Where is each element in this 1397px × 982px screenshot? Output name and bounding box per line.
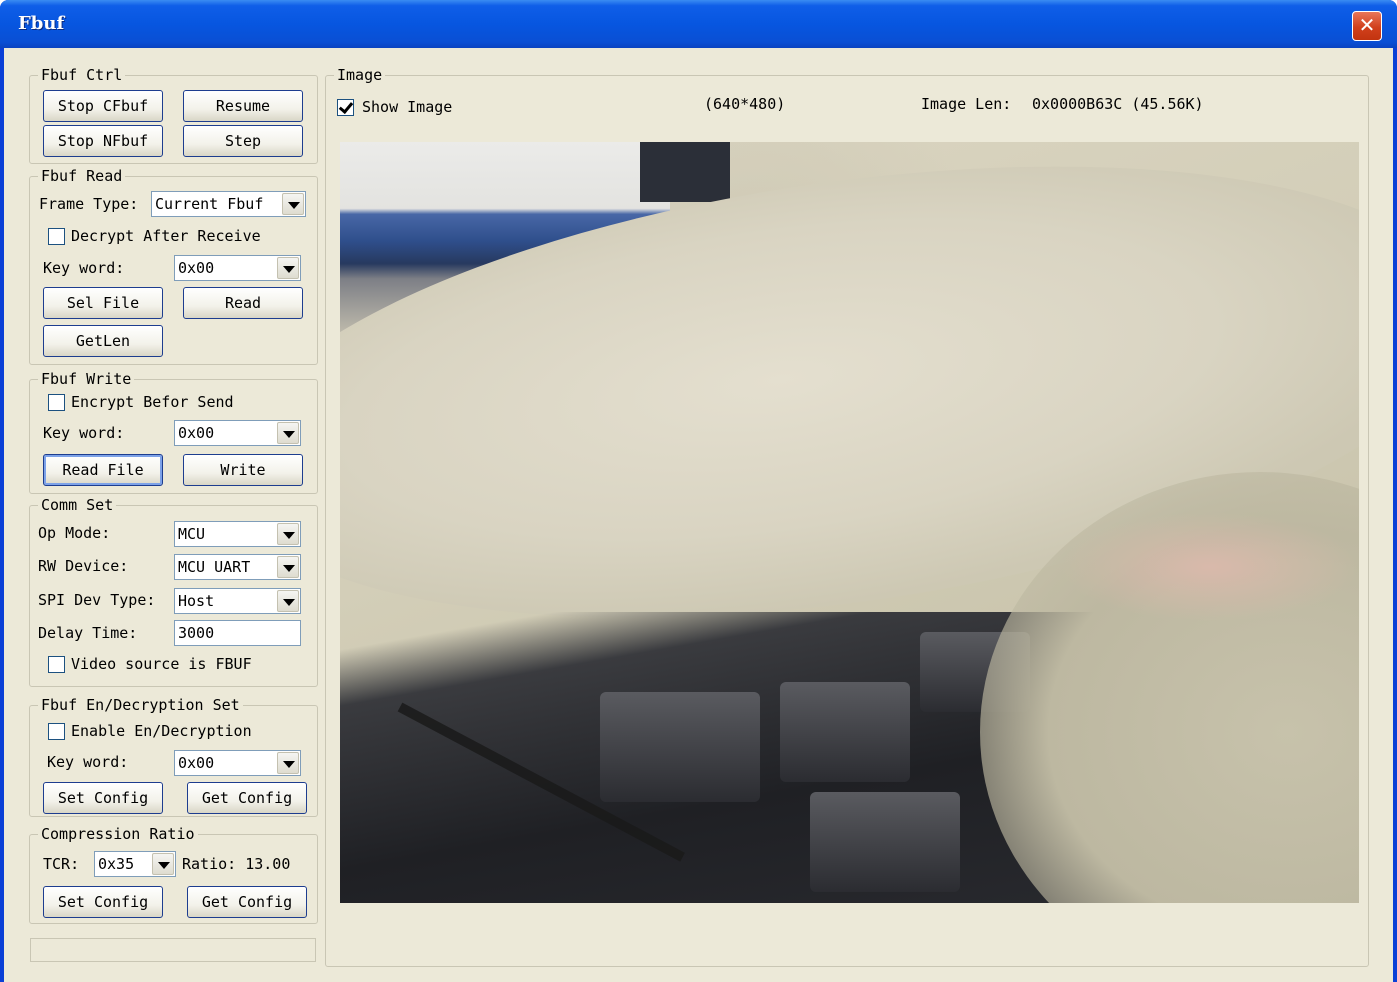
stop-nfbuf-button[interactable]: Stop NFbuf xyxy=(43,125,163,157)
image-group-title: Image xyxy=(334,65,386,85)
delay-time-label: Delay Time: xyxy=(38,624,138,642)
write-button[interactable]: Write xyxy=(183,454,303,486)
video-source-fbuf-label: Video source is FBUF xyxy=(71,655,252,673)
chevron-down-icon[interactable] xyxy=(277,556,299,578)
video-source-fbuf-checkbox[interactable] xyxy=(48,656,65,673)
op-mode-value: MCU xyxy=(178,525,206,543)
image-len-value: 0x0000B63C (45.56K) xyxy=(1032,95,1204,113)
write-key-word-label: Key word: xyxy=(43,424,125,442)
stop-cfbuf-button[interactable]: Stop CFbuf xyxy=(43,90,163,122)
write-key-word-select[interactable]: 0x00 xyxy=(174,420,301,446)
camera-image xyxy=(340,142,1359,903)
compression-set-config-button[interactable]: Set Config xyxy=(43,886,163,918)
image-len-label: Image Len: xyxy=(921,95,1012,113)
compression-get-config-button[interactable]: Get Config xyxy=(187,886,307,918)
spi-dev-type-select[interactable]: Host xyxy=(174,588,301,614)
frame-type-value: Current Fbuf xyxy=(155,195,264,213)
image-key xyxy=(810,792,960,892)
resume-button[interactable]: Resume xyxy=(183,90,303,122)
chevron-down-icon[interactable] xyxy=(282,193,304,215)
enable-encryption-label: Enable En/Decryption xyxy=(71,722,252,740)
title-bar[interactable]: Fbuf ✕ xyxy=(0,0,1397,48)
delay-time-value: 3000 xyxy=(178,624,215,642)
chevron-down-icon[interactable] xyxy=(277,523,299,545)
chevron-down-icon[interactable] xyxy=(152,853,174,875)
compression-ratio-title: Compression Ratio xyxy=(38,824,198,844)
image-resolution: (640*480) xyxy=(704,95,786,113)
progress-bar xyxy=(30,938,316,962)
show-image-label: Show Image xyxy=(362,98,453,116)
encryption-key-word-label: Key word: xyxy=(47,753,129,771)
encryption-get-config-button[interactable]: Get Config xyxy=(187,782,307,814)
rw-device-select[interactable]: MCU UART xyxy=(174,554,301,580)
read-key-word-select[interactable]: 0x00 xyxy=(174,255,301,281)
fbuf-read-title: Fbuf Read xyxy=(38,166,126,186)
encryption-key-word-select[interactable]: 0x00 xyxy=(174,750,301,776)
chevron-down-icon[interactable] xyxy=(277,752,299,774)
op-mode-label: Op Mode: xyxy=(38,524,111,542)
close-icon: ✕ xyxy=(1358,13,1376,37)
encrypt-before-send-checkbox[interactable] xyxy=(48,394,65,411)
chevron-down-icon[interactable] xyxy=(277,590,299,612)
image-fingernail xyxy=(1060,512,1359,622)
decrypt-after-receive-checkbox[interactable] xyxy=(48,228,65,245)
encryption-set-title: Fbuf En/Decryption Set xyxy=(38,695,243,715)
encryption-key-word-value: 0x00 xyxy=(178,754,215,772)
frame-type-label: Frame Type: xyxy=(39,195,139,213)
read-button[interactable]: Read xyxy=(183,287,303,319)
window-title: Fbuf xyxy=(18,13,65,34)
spi-dev-type-label: SPI Dev Type: xyxy=(38,591,156,609)
tcr-select[interactable]: 0x35 xyxy=(94,851,176,877)
write-key-word-value: 0x00 xyxy=(178,424,215,442)
image-key xyxy=(780,682,910,782)
rw-device-label: RW Device: xyxy=(38,557,129,575)
getlen-button[interactable]: GetLen xyxy=(43,325,163,357)
chevron-down-icon[interactable] xyxy=(277,422,299,444)
ratio-value: Ratio: 13.00 xyxy=(182,855,291,873)
sel-file-button[interactable]: Sel File xyxy=(43,287,163,319)
decrypt-after-receive-label: Decrypt After Receive xyxy=(71,227,261,245)
rw-device-value: MCU UART xyxy=(178,558,251,576)
chevron-down-icon[interactable] xyxy=(277,257,299,279)
fbuf-window: Fbuf ✕ Fbuf Ctrl Stop CFbuf Resume Stop … xyxy=(0,0,1397,982)
client-area: Fbuf Ctrl Stop CFbuf Resume Stop NFbuf S… xyxy=(4,48,1393,982)
show-image-checkbox[interactable] xyxy=(337,99,354,116)
fbuf-ctrl-title: Fbuf Ctrl xyxy=(38,65,126,85)
read-key-word-value: 0x00 xyxy=(178,259,215,277)
spi-dev-type-value: Host xyxy=(178,592,215,610)
comm-set-title: Comm Set xyxy=(38,495,117,515)
read-file-button[interactable]: Read File xyxy=(43,454,163,486)
tcr-value: 0x35 xyxy=(98,855,135,873)
image-key xyxy=(600,692,760,802)
step-button[interactable]: Step xyxy=(183,125,303,157)
read-key-word-label: Key word: xyxy=(43,259,125,277)
encryption-set-config-button[interactable]: Set Config xyxy=(43,782,163,814)
close-button[interactable]: ✕ xyxy=(1352,11,1382,41)
enable-encryption-checkbox[interactable] xyxy=(48,723,65,740)
op-mode-select[interactable]: MCU xyxy=(174,521,301,547)
image-dark-region xyxy=(640,142,730,202)
delay-time-input[interactable]: 3000 xyxy=(174,620,301,646)
frame-type-select[interactable]: Current Fbuf xyxy=(151,191,306,217)
encrypt-before-send-label: Encrypt Befor Send xyxy=(71,393,234,411)
fbuf-write-title: Fbuf Write xyxy=(38,369,135,389)
tcr-label: TCR: xyxy=(43,855,80,873)
